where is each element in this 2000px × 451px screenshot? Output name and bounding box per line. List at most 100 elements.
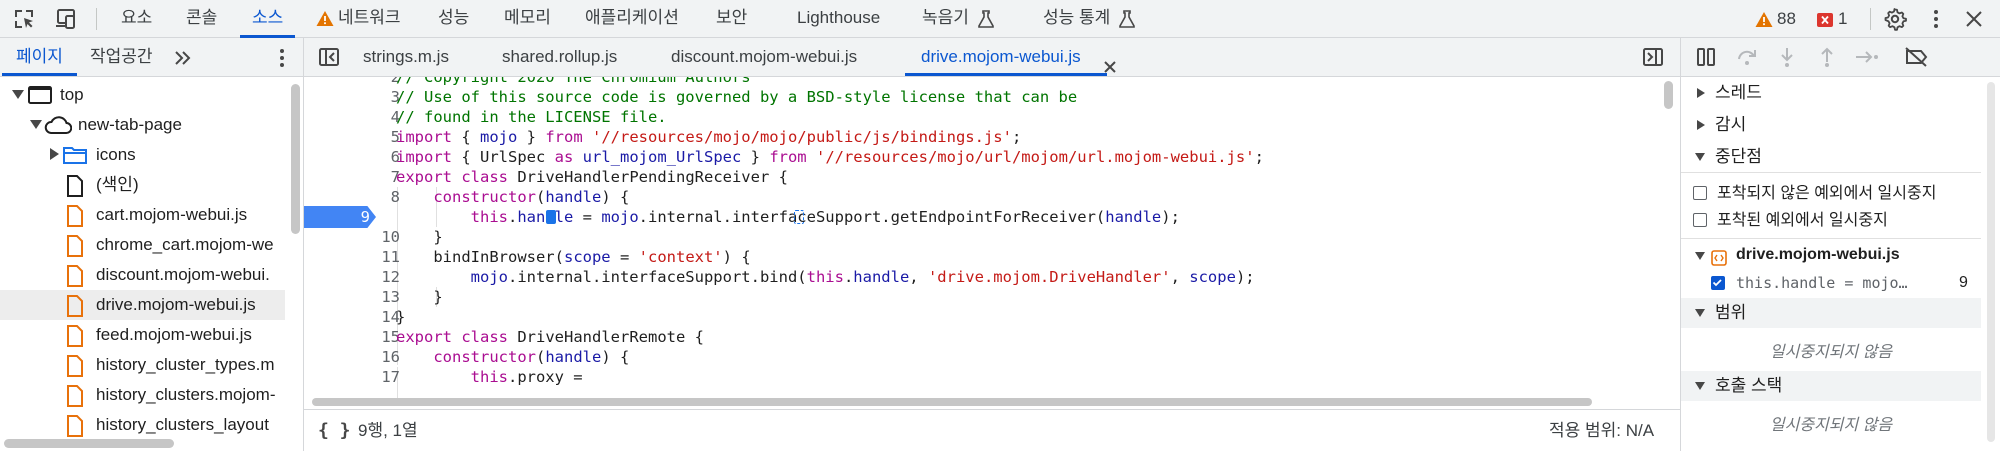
tree-item-file[interactable]: cart.mojom-webui.js [0, 200, 285, 230]
line-number[interactable]: 7 [304, 167, 400, 187]
tab-recorder[interactable]: 녹음기 [922, 0, 998, 37]
tab-network[interactable]: 네트워크 [316, 0, 401, 37]
pause-caught-label: 포착된 예외에서 일시중지 [1717, 212, 1888, 229]
editor-tab-strings[interactable]: strings.m.js [363, 38, 449, 76]
more-tabs-chevron-icon[interactable] [172, 47, 194, 74]
tab-application[interactable]: 애플리케이션 [585, 0, 679, 37]
tree-item-file-selected[interactable]: drive.mojom-webui.js [0, 290, 285, 320]
breakpoint-line: 9 [1959, 274, 1968, 291]
tree-item-label: history_cluster_types.m [96, 355, 275, 374]
tree-item-label: drive.mojom-webui.js [96, 295, 256, 314]
inline-breakpoint-active-icon[interactable] [546, 210, 556, 224]
tab-sources[interactable]: 소스 [239, 0, 296, 38]
line-number[interactable]: 15 [304, 327, 400, 347]
code-line: constructor(handle) { [433, 348, 630, 366]
breakpoint-file-group[interactable]: drive.mojom-webui.js [1681, 240, 1981, 270]
inspect-element-icon[interactable] [12, 7, 36, 31]
breakpoint-enabled-checkbox[interactable] [1711, 276, 1725, 290]
tab-workspace[interactable]: 작업공간 [90, 38, 153, 76]
tree-item-file[interactable]: history_clusters.mojom- [0, 380, 285, 410]
expanded-triangle-icon [1695, 153, 1705, 161]
tab-elements[interactable]: 요소 [121, 0, 152, 37]
close-devtools-icon[interactable] [1962, 7, 1986, 31]
tree-item-new-tab-page[interactable]: new-tab-page [0, 110, 285, 140]
tree-item-file[interactable]: history_cluster_types.m [0, 350, 285, 380]
tree-item-icons-folder[interactable]: icons [0, 140, 285, 170]
expanded-triangle-icon [1695, 252, 1705, 260]
code-line: import { UrlSpec as url_mojom_UrlSpec } … [396, 148, 1264, 166]
pretty-print-icon[interactable]: { } [318, 420, 351, 442]
pause-caught-checkbox[interactable] [1693, 213, 1707, 227]
tab-console[interactable]: 콘솔 [186, 0, 217, 37]
breakpoints-section-header[interactable]: 중단점 [1681, 142, 1981, 172]
step-into-icon[interactable] [1776, 46, 1798, 73]
tab-lighthouse[interactable]: Lighthouse [797, 0, 880, 37]
frame-icon [28, 85, 52, 110]
pause-uncaught-checkbox[interactable] [1693, 186, 1707, 200]
tree-item-label: history_clusters.mojom- [96, 385, 276, 404]
tab-memory[interactable]: 메모리 [504, 0, 551, 37]
editor-vertical-scrollbar[interactable] [1664, 81, 1673, 109]
expanded-triangle-icon [1695, 309, 1705, 317]
expanded-triangle-icon [12, 90, 24, 99]
inline-breakpoint-inactive-icon[interactable] [794, 210, 804, 224]
tree-item-top[interactable]: top [0, 80, 285, 110]
pause-resume-icon[interactable] [1695, 46, 1717, 73]
call-stack-section-header[interactable]: 호출 스택 [1681, 371, 1981, 401]
tab-page[interactable]: 페이지 [2, 38, 77, 76]
scope-section-header[interactable]: 범위 [1681, 298, 1981, 328]
line-number[interactable]: 4 [304, 107, 400, 127]
editor-tab-drive-active[interactable]: drive.mojom-webui.js [905, 38, 1116, 76]
editor-horizontal-scrollbar[interactable] [312, 398, 1592, 406]
warning-icon [1755, 11, 1773, 27]
debugger-vertical-scrollbar[interactable] [1987, 82, 1995, 442]
code-line: this.proxy = [470, 368, 583, 386]
pause-uncaught-option[interactable]: 포착되지 않은 예외에서 일시중지 [1681, 180, 1981, 208]
tab-performance[interactable]: 성능 [438, 0, 469, 37]
collapsed-triangle-icon [1697, 120, 1705, 130]
threads-section-header[interactable]: 스레드 [1681, 78, 1981, 108]
tree-item-file[interactable]: feed.mojom-webui.js [0, 320, 285, 350]
navigator-menu-icon[interactable] [270, 46, 294, 75]
line-number[interactable]: 16 [304, 347, 400, 367]
settings-gear-icon[interactable] [1883, 7, 1907, 31]
editor-tab-discount[interactable]: discount.mojom-webui.js [671, 38, 857, 76]
breakpoint-line-number[interactable]: 9 [304, 206, 370, 228]
navigator-vertical-scrollbar[interactable] [291, 84, 300, 234]
tree-item-index[interactable]: (색인) [0, 170, 285, 200]
tree-item-file[interactable]: discount.mojom-webui. [0, 260, 285, 290]
watch-section-header[interactable]: 감시 [1681, 110, 1981, 140]
code-view[interactable]: 2 // Copyright 2020 The Chromium Authors… [304, 77, 1680, 403]
editor-tab-shared-rollup[interactable]: shared.rollup.js [502, 38, 617, 76]
scope-not-paused-note: 일시중지되지 않음 [1769, 344, 1893, 361]
line-number[interactable]: 12 [304, 267, 400, 287]
step-over-icon[interactable] [1736, 46, 1758, 73]
line-number[interactable]: 10 [304, 227, 400, 247]
line-number[interactable]: 17 [304, 367, 400, 387]
tree-item-file[interactable]: chrome_cart.mojom-we [0, 230, 285, 260]
line-number[interactable]: 6 [304, 147, 400, 167]
toggle-navigator-icon[interactable] [318, 46, 340, 73]
line-number[interactable]: 13 [304, 287, 400, 307]
navigator-horizontal-scrollbar[interactable] [4, 439, 174, 448]
warning-count: 88 [1777, 9, 1796, 28]
line-number[interactable]: 14 [304, 307, 400, 327]
deactivate-breakpoints-icon[interactable] [1904, 46, 1928, 73]
breakpoint-entry[interactable]: this.handle = mojo… 9 [1681, 268, 1981, 298]
line-number[interactable]: 2 [304, 77, 400, 87]
warnings-counter[interactable]: 88 [1755, 0, 1796, 37]
line-number[interactable]: 11 [304, 247, 400, 267]
errors-counter[interactable]: 1 [1816, 0, 1847, 37]
toggle-debugger-icon[interactable] [1642, 46, 1664, 73]
more-options-icon[interactable] [1924, 7, 1948, 31]
tree-item-file[interactable]: history_clusters_layout [0, 410, 285, 438]
pause-caught-option[interactable]: 포착된 예외에서 일시중지 [1681, 207, 1981, 235]
line-number[interactable]: 8 [304, 187, 400, 207]
tab-performance-insights[interactable]: 성능 통계 [1043, 0, 1139, 37]
device-toolbar-icon[interactable] [54, 7, 78, 31]
line-number[interactable]: 3 [304, 87, 400, 107]
step-out-icon[interactable] [1816, 46, 1838, 73]
line-number[interactable]: 5 [304, 127, 400, 147]
step-icon[interactable] [1854, 46, 1880, 73]
tab-security[interactable]: 보안 [716, 0, 747, 37]
